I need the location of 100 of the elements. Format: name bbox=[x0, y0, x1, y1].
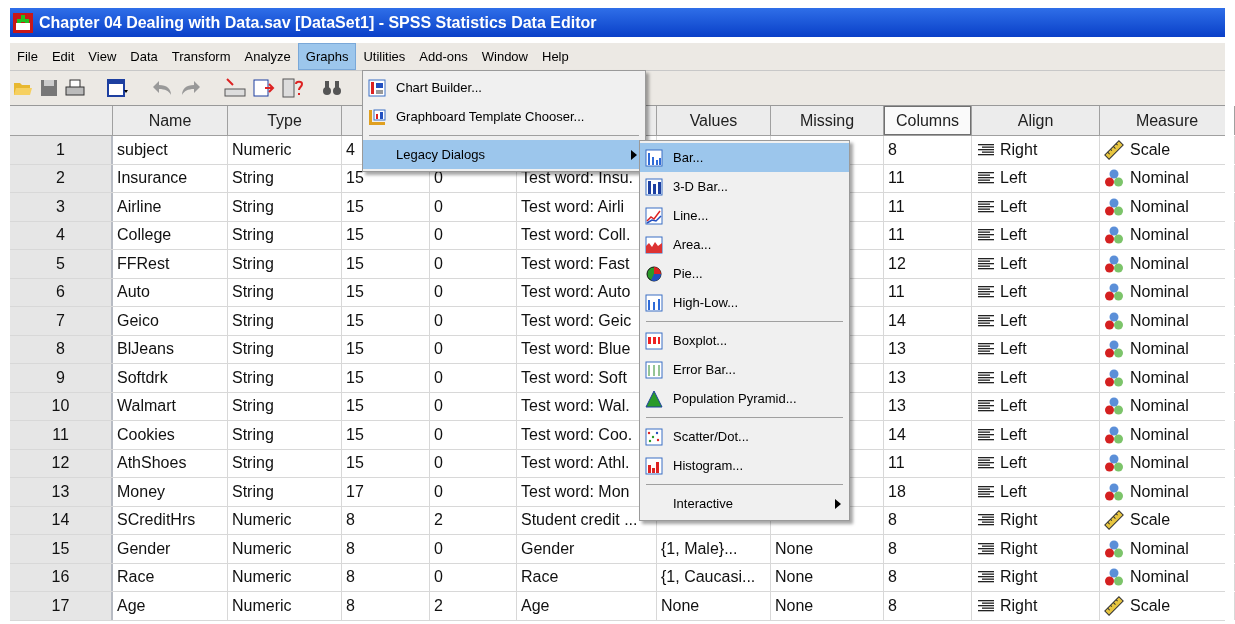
measure-text: Scale bbox=[1130, 510, 1171, 531]
menu-item[interactable]: Histogram... bbox=[640, 451, 849, 480]
table-cell: String bbox=[232, 253, 274, 274]
table-cell: Softdrk bbox=[117, 367, 168, 388]
menu-item[interactable]: Population Pyramid... bbox=[640, 384, 849, 413]
table-cell: String bbox=[232, 310, 274, 331]
row-header[interactable]: 10 bbox=[10, 392, 113, 420]
nominal-icon bbox=[1104, 196, 1124, 217]
align-text: Left bbox=[1000, 424, 1027, 445]
row-header[interactable]: 15 bbox=[10, 535, 113, 563]
column-header[interactable]: Type bbox=[228, 106, 341, 135]
column-header[interactable]: Measure bbox=[1100, 106, 1234, 135]
table-cell: 11 bbox=[888, 168, 905, 189]
table-cell: Money bbox=[117, 481, 166, 502]
table-cell: Test word: Coo. bbox=[521, 424, 633, 445]
menu-item[interactable]: Analyze bbox=[237, 43, 298, 70]
table-cell: Test word: Mon bbox=[521, 481, 630, 502]
table-cell: Test word: Airli bbox=[521, 196, 625, 217]
menu-item[interactable]: Line... bbox=[640, 201, 849, 230]
table-cell: 17 bbox=[346, 481, 364, 502]
insert-variable-icon[interactable] bbox=[253, 78, 275, 98]
column-header[interactable]: Columns bbox=[884, 106, 971, 135]
measure-text: Nominal bbox=[1130, 424, 1189, 445]
table-cell: Numeric bbox=[232, 510, 292, 531]
table-cell: Test word: Wal. bbox=[521, 396, 630, 417]
menu-item[interactable]: Utilities bbox=[356, 43, 413, 70]
row-header[interactable]: 13 bbox=[10, 478, 113, 506]
menu-item[interactable]: File bbox=[10, 43, 45, 70]
row-header[interactable]: 6 bbox=[10, 278, 113, 306]
row-header[interactable]: 11 bbox=[10, 421, 113, 449]
align-text: Right bbox=[1000, 139, 1038, 160]
submenu-arrow-icon bbox=[631, 149, 637, 160]
menu-item[interactable]: Bar... bbox=[640, 143, 849, 172]
column-header[interactable]: Name bbox=[113, 106, 227, 135]
align-icon bbox=[978, 286, 994, 299]
row-header[interactable]: 8 bbox=[10, 335, 113, 363]
menu-item[interactable]: Transform bbox=[164, 43, 238, 70]
menu-item[interactable]: Error Bar... bbox=[640, 355, 849, 384]
row-header[interactable]: 7 bbox=[10, 307, 113, 335]
table-cell: Student credit ... bbox=[521, 510, 638, 531]
binoculars-icon[interactable] bbox=[322, 79, 342, 97]
nominal-icon bbox=[1104, 168, 1124, 189]
menu-item[interactable]: Pie... bbox=[640, 259, 849, 288]
table-cell: Insurance bbox=[117, 168, 188, 189]
align-text: Right bbox=[1000, 538, 1038, 559]
menu-item[interactable]: Scatter/Dot... bbox=[640, 422, 849, 451]
table-cell: Cookies bbox=[117, 424, 175, 445]
menu-item[interactable]: Graphboard Template Chooser... bbox=[363, 102, 645, 131]
table-cell: 8 bbox=[346, 538, 355, 559]
table-cell: {1, Male}... bbox=[661, 538, 738, 559]
row-header[interactable]: 2 bbox=[10, 164, 113, 192]
menu-item[interactable]: High-Low... bbox=[640, 288, 849, 317]
measure-text: Nominal bbox=[1130, 339, 1189, 360]
table-cell: 14 bbox=[888, 310, 906, 331]
menu-item[interactable]: Boxplot... bbox=[640, 326, 849, 355]
window-title: Chapter 04 Dealing with Data.sav [DataSet1] - SPSS Statistics Data Editor bbox=[39, 12, 597, 33]
table-cell: 15 bbox=[346, 396, 364, 417]
menu-item[interactable]: Help bbox=[535, 43, 576, 70]
menu-item[interactable]: Graphs bbox=[297, 43, 357, 70]
menu-item[interactable]: Add-ons bbox=[412, 43, 475, 70]
row-header[interactable]: 9 bbox=[10, 364, 113, 392]
redo-icon[interactable] bbox=[180, 79, 202, 97]
align-icon bbox=[978, 343, 994, 356]
menu-item[interactable]: Edit bbox=[44, 43, 82, 70]
row-header[interactable]: 17 bbox=[10, 592, 113, 620]
nominal-icon bbox=[1104, 567, 1124, 588]
row-header[interactable]: 5 bbox=[10, 250, 113, 278]
save-icon[interactable] bbox=[40, 79, 58, 97]
variables-icon[interactable] bbox=[282, 78, 304, 98]
print-icon[interactable] bbox=[65, 79, 85, 97]
table-cell: Age bbox=[521, 595, 550, 616]
table-cell: 0 bbox=[434, 538, 443, 559]
column-header[interactable]: Values bbox=[657, 106, 770, 135]
dialog-icon[interactable] bbox=[107, 78, 129, 98]
measure-text: Scale bbox=[1130, 139, 1171, 160]
table-cell: 8 bbox=[888, 538, 897, 559]
menu-item[interactable]: Area... bbox=[640, 230, 849, 259]
column-header[interactable]: Align bbox=[972, 106, 1099, 135]
table-cell: 15 bbox=[346, 196, 364, 217]
row-header[interactable]: 16 bbox=[10, 563, 113, 591]
menu-item[interactable]: View bbox=[81, 43, 124, 70]
table-cell: Test word: Soft bbox=[521, 367, 627, 388]
go-to-case-icon[interactable] bbox=[224, 78, 246, 98]
nominal-icon bbox=[1104, 282, 1124, 303]
row-header[interactable]: 4 bbox=[10, 221, 113, 249]
menu-item[interactable]: Chart Builder... bbox=[363, 73, 645, 102]
row-header[interactable]: 14 bbox=[10, 506, 113, 534]
menu-item[interactable]: Interactive bbox=[640, 489, 849, 518]
menu-item[interactable]: Window bbox=[474, 43, 535, 70]
menu-item[interactable]: 3-D Bar... bbox=[640, 172, 849, 201]
table-cell: 8 bbox=[346, 595, 355, 616]
undo-icon[interactable] bbox=[151, 79, 173, 97]
menu-item[interactable]: Data bbox=[123, 43, 165, 70]
table-cell: 8 bbox=[888, 510, 897, 531]
table-cell: AthShoes bbox=[117, 453, 187, 474]
table-cell: 0 bbox=[434, 196, 443, 217]
row-header[interactable]: 12 bbox=[10, 449, 113, 477]
row-header[interactable]: 3 bbox=[10, 193, 113, 221]
column-header[interactable]: Missing bbox=[771, 106, 883, 135]
row-header[interactable]: 1 bbox=[10, 136, 113, 164]
